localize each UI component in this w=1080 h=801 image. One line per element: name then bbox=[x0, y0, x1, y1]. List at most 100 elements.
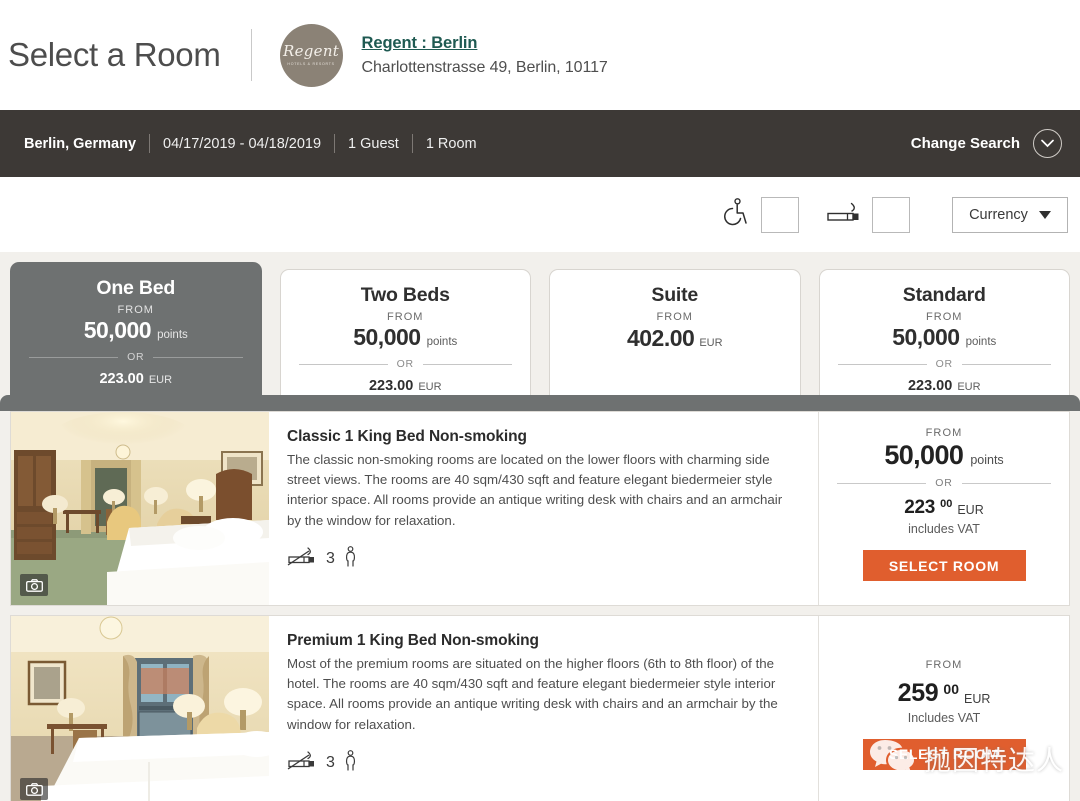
tab-price-row: 223.00 EUR bbox=[838, 378, 1052, 394]
tab-or-line bbox=[837, 363, 927, 365]
tab-price-currency: EUR bbox=[148, 374, 173, 386]
room-description: The classic non-smoking rooms are locate… bbox=[287, 452, 783, 528]
tab-label: Two Beds bbox=[360, 284, 450, 306]
price-cents: 00 bbox=[943, 680, 959, 697]
wheelchair-icon bbox=[724, 197, 749, 232]
room-price-panel: FROM 50,000 points OR 223 00 EUR include… bbox=[819, 412, 1069, 605]
tab-or-label: OR bbox=[396, 358, 414, 370]
tab-price-currency: EUR bbox=[418, 381, 442, 393]
tab-from-label: FROM bbox=[117, 304, 154, 316]
tab-standard[interactable]: Standard FROM 50,000 points OR 223.00 EU… bbox=[818, 269, 1070, 395]
search-location: Berlin, Germany bbox=[24, 135, 137, 152]
tab-price-value: 223.00 bbox=[99, 371, 144, 387]
price-or-line bbox=[961, 482, 1051, 484]
tab-spacer bbox=[568, 352, 782, 383]
room-photo[interactable] bbox=[11, 412, 269, 605]
hotel-address: Charlottenstrasse 49, Berlin, 10117 bbox=[361, 58, 608, 76]
tab-points-row: 50,000 points bbox=[299, 324, 513, 351]
price-currency: EUR bbox=[963, 691, 991, 706]
caret-down-icon bbox=[1038, 210, 1051, 219]
room-details: Classic 1 King Bed Non-smoking The class… bbox=[269, 412, 819, 605]
tab-points-unit: points bbox=[157, 329, 188, 341]
room-card-classic[interactable]: Classic 1 King Bed Non-smoking The class… bbox=[10, 411, 1070, 606]
tab-points-value: 50,000 bbox=[353, 324, 421, 350]
price-amount: 259 bbox=[897, 678, 939, 707]
tab-from-label: FROM bbox=[656, 311, 693, 323]
tab-or-line bbox=[29, 356, 119, 358]
change-search-label[interactable]: Change Search bbox=[911, 135, 1020, 152]
tab-or-label: OR bbox=[935, 358, 953, 370]
accessible-filter-group bbox=[724, 196, 799, 233]
search-summary-bar: Berlin, Germany 04/17/2019 - 04/18/2019 … bbox=[0, 110, 1080, 177]
person-icon bbox=[344, 749, 357, 776]
tab-points-value: 50,000 bbox=[892, 324, 960, 350]
tab-price-row: 402.00 EUR bbox=[568, 325, 782, 352]
tab-two-beds[interactable]: Two Beds FROM 50,000 points OR 223.00 EU… bbox=[279, 269, 531, 395]
select-room-button[interactable]: SELECT ROOM bbox=[862, 738, 1026, 770]
hotel-logo-script: Regent bbox=[282, 42, 340, 60]
tab-or-line bbox=[422, 363, 513, 365]
price-cents: 00 bbox=[940, 498, 953, 510]
tab-one-bed[interactable]: One Bed FROM 50,000 points OR 223.00 EUR bbox=[10, 262, 262, 395]
room-amenities: 3 bbox=[287, 749, 798, 776]
header-divider bbox=[250, 29, 252, 81]
tab-from-label: FROM bbox=[926, 311, 963, 323]
smoking-checkbox[interactable] bbox=[872, 196, 910, 233]
price-from-label: FROM bbox=[925, 427, 963, 439]
page-title: Select a Room bbox=[8, 36, 221, 73]
accessible-checkbox[interactable] bbox=[761, 196, 799, 233]
tab-or-line bbox=[153, 356, 243, 358]
room-title: Classic 1 King Bed Non-smoking bbox=[287, 428, 527, 445]
hotel-info: Regent : Berlin Charlottenstrasse 49, Be… bbox=[362, 34, 608, 77]
no-smoking-icon bbox=[287, 750, 317, 775]
tab-or-row: OR bbox=[298, 358, 513, 370]
tab-label: Suite bbox=[651, 284, 699, 306]
room-list: Classic 1 King Bed Non-smoking The class… bbox=[0, 395, 1080, 801]
app-root: Select a Room Regent HOTELS & RESORTS Re… bbox=[0, 0, 1080, 801]
person-icon bbox=[344, 545, 357, 572]
currency-select[interactable]: Currency bbox=[952, 196, 1068, 233]
tab-price-value: 223.00 bbox=[907, 378, 953, 394]
tab-points-value: 50,000 bbox=[83, 317, 152, 343]
hotel-logo: Regent HOTELS & RESORTS bbox=[279, 23, 343, 87]
select-room-button[interactable]: SELECT ROOM bbox=[862, 550, 1026, 581]
tab-or-line bbox=[961, 363, 1052, 365]
room-card-premium[interactable]: Premium 1 King Bed Non-smoking Most of t… bbox=[10, 615, 1070, 801]
tab-points-unit: points bbox=[965, 336, 997, 348]
search-summary-left: Berlin, Germany 04/17/2019 - 04/18/2019 … bbox=[24, 134, 490, 153]
tab-points-row: 50,000 points bbox=[29, 317, 243, 344]
price-currency: EUR bbox=[957, 503, 984, 517]
room-title: Premium 1 King Bed Non-smoking bbox=[287, 632, 539, 649]
price-points-value: 50,000 bbox=[884, 440, 964, 470]
price-vat-note: Includes VAT bbox=[907, 710, 981, 725]
room-photo[interactable] bbox=[11, 616, 269, 801]
search-guests: 1 Guest bbox=[348, 135, 399, 152]
tab-label: Standard bbox=[902, 284, 986, 306]
tab-price-value: 223.00 bbox=[368, 378, 414, 394]
tab-price-value: 402.00 bbox=[626, 325, 695, 351]
no-smoking-icon bbox=[287, 546, 317, 571]
smoking-filter-group bbox=[827, 196, 910, 233]
camera-icon[interactable] bbox=[20, 574, 48, 596]
tab-price-currency: EUR bbox=[957, 381, 981, 393]
tab-or-row: OR bbox=[29, 351, 243, 363]
search-rooms: 1 Room bbox=[425, 135, 477, 152]
room-amenities: 3 bbox=[287, 545, 798, 572]
tab-price-currency: EUR bbox=[699, 337, 723, 349]
page-header: Select a Room Regent HOTELS & RESORTS Re… bbox=[0, 0, 1080, 110]
tab-suite[interactable]: Suite FROM 402.00 EUR bbox=[549, 269, 801, 395]
price-points-unit: points bbox=[970, 453, 1004, 467]
price-amount-row: 259 00 EUR bbox=[898, 679, 991, 708]
chevron-down-icon[interactable] bbox=[1033, 129, 1062, 158]
tab-from-label: FROM bbox=[387, 311, 424, 323]
room-type-tabs: One Bed FROM 50,000 points OR 223.00 EUR… bbox=[0, 252, 1080, 395]
price-or-label: OR bbox=[935, 477, 953, 489]
search-summary-right: Change Search bbox=[911, 129, 1062, 158]
camera-icon[interactable] bbox=[20, 778, 48, 800]
hotel-name-link[interactable]: Regent : Berlin bbox=[362, 34, 478, 53]
currency-label: Currency bbox=[969, 206, 1028, 223]
room-details: Premium 1 King Bed Non-smoking Most of t… bbox=[269, 616, 819, 801]
room-price-panel: FROM 259 00 EUR Includes VAT SELECT ROOM bbox=[819, 616, 1069, 801]
tab-price-row: 223.00 EUR bbox=[29, 371, 243, 387]
tab-or-line bbox=[298, 363, 388, 365]
